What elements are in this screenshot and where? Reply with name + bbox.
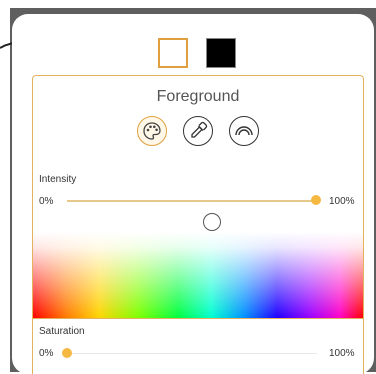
- background-swatch[interactable]: [206, 38, 236, 68]
- picker-title: Foreground: [156, 88, 240, 105]
- intensity-max-label: 100%: [329, 196, 355, 207]
- spectrum-mode-button[interactable]: [229, 116, 259, 146]
- eyedropper-icon: [191, 121, 208, 138]
- foreground-swatch[interactable]: [158, 38, 188, 68]
- intensity-ring-cursor[interactable]: [203, 213, 221, 231]
- saturation-min-label: 0%: [39, 348, 54, 359]
- color-spectrum[interactable]: [33, 232, 363, 318]
- saturation-max-label: 100%: [329, 348, 355, 359]
- color-picker-dialog: Foreground Intensity 0% 100% Saturation …: [12, 14, 374, 374]
- spectrum-divider: [33, 318, 363, 319]
- color-picker-panel: Foreground Intensity 0% 100% Saturation …: [32, 75, 364, 374]
- saturation-slider-track[interactable]: [65, 353, 317, 354]
- palette-icon: [143, 122, 161, 140]
- intensity-slider-track[interactable]: [67, 200, 315, 202]
- intensity-slider-thumb[interactable]: [311, 195, 321, 205]
- top-margin: [0, 0, 376, 8]
- eyedropper-mode-button[interactable]: [183, 116, 213, 146]
- intensity-label: Intensity: [39, 174, 77, 185]
- spectrum-arc-icon: [235, 126, 253, 136]
- palette-mode-button[interactable]: [137, 116, 167, 146]
- intensity-min-label: 0%: [39, 196, 54, 207]
- saturation-slider-thumb[interactable]: [62, 348, 72, 358]
- saturation-label: Saturation: [39, 326, 85, 337]
